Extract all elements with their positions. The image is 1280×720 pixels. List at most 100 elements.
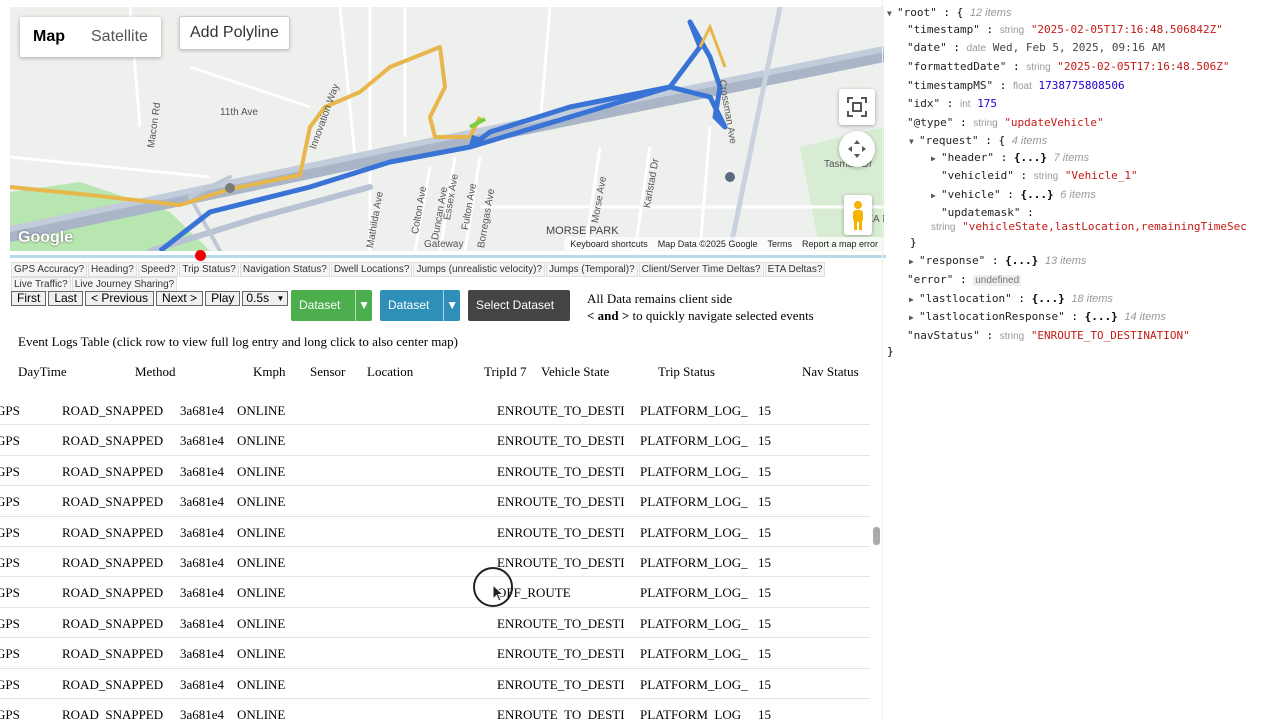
table-row[interactable]: GPS ROAD_SNAPPED 3a681e4 ONLINE ENROUTE_TO_D… — [0, 547, 870, 578]
terms-link[interactable]: Terms — [767, 237, 792, 251]
table-row[interactable]: GPS ROAD_SNAPPED 3a681e4 ONLINE ENROUTE_TO_D… — [0, 608, 870, 639]
add-polyline-button[interactable]: Add Polyline — [179, 16, 290, 50]
json-key[interactable]: "date" — [907, 41, 947, 54]
column-header-location[interactable]: Location — [367, 364, 413, 380]
expand-triangle-icon[interactable]: ▶ — [909, 313, 919, 322]
keyboard-shortcuts-link[interactable]: Keyboard shortcuts — [570, 237, 648, 251]
help-link-live-journey-sharing[interactable]: Live Journey Sharing? — [71, 277, 178, 292]
collapse-triangle-icon[interactable]: ▼ — [909, 137, 919, 146]
json-colon: : — [959, 116, 967, 129]
dataset-1-button[interactable]: Dataset 1 ▼ — [291, 290, 372, 343]
json-key[interactable]: "header" — [941, 151, 994, 164]
json-key[interactable]: "vehicleid" — [941, 169, 1014, 182]
help-link-time-deltas[interactable]: Client/Server Time Deltas? — [638, 262, 764, 277]
table-row[interactable]: GPS ROAD_SNAPPED 3a681e4 ONLINE ENROUTE_TO_D… — [0, 486, 870, 517]
column-header-nav-status[interactable]: Nav Status — [802, 364, 859, 380]
column-header-sensor[interactable]: Sensor — [310, 364, 345, 380]
json-key[interactable]: "vehicle" — [941, 188, 1001, 201]
cell-trip-status: PLATFORM_LOG_ — [640, 554, 748, 570]
json-item-count: 12 items — [969, 7, 1012, 19]
camera-control-icon — [848, 140, 866, 158]
help-link-jumps-temporal[interactable]: Jumps (Temporal)? — [546, 262, 638, 277]
json-collapsed[interactable]: {...} — [1085, 310, 1118, 323]
column-header-method[interactable]: Method — [135, 364, 175, 380]
cell-method: ROAD_SNAPPED — [62, 615, 164, 631]
pegman-icon — [853, 201, 863, 230]
cell-vehicle-state: ENROUTE_TO_DESTI — [497, 494, 625, 510]
table-row[interactable]: GPS ROAD_SNAPPED 3a681e4 ONLINE ENROUTE_TO_D… — [0, 699, 870, 720]
column-header-trip-status[interactable]: Trip Status — [658, 364, 715, 380]
help-link-gps-accuracy[interactable]: GPS Accuracy? — [11, 262, 88, 277]
json-key[interactable]: "updatemask" — [941, 206, 1020, 219]
help-link-dwell-locations[interactable]: Dwell Locations? — [330, 262, 413, 277]
cell-kmph: 3a681e4 — [180, 706, 225, 720]
table-row[interactable]: GPS ROAD_SNAPPED 3a681e4 ONLINE ENROUTE_TO_D… — [0, 638, 870, 669]
table-row[interactable]: GPS ROAD_SNAPPED 3a681e4 ONLINE ENROUTE_TO_D… — [0, 669, 870, 699]
table-row[interactable]: GPS ROAD_SNAPPED 3a681e4 ONLINE ENROUTE_TO_D… — [0, 456, 870, 487]
table-row[interactable]: GPS ROAD_SNAPPED 3a681e4 ONLINE ENROUTE_TO_D… — [0, 517, 870, 547]
column-header-kmph[interactable]: Kmph — [253, 364, 286, 380]
playback-speed-select[interactable]: 0.5s ▼ — [242, 291, 289, 306]
report-map-error-link[interactable]: Report a map error — [802, 237, 878, 251]
json-key[interactable]: "timestamp" — [907, 23, 980, 36]
cell-daytime: GPS — [0, 403, 20, 418]
column-header-daytime[interactable]: DayTime — [18, 364, 67, 380]
fullscreen-button[interactable] — [839, 89, 875, 125]
help-link-heading[interactable]: Heading? — [88, 262, 137, 277]
json-key[interactable]: "@type" — [907, 116, 953, 129]
play-button[interactable]: Play — [205, 291, 241, 306]
previous-button[interactable]: < Previous — [85, 291, 155, 306]
last-button[interactable]: Last — [48, 291, 84, 306]
json-collapsed[interactable]: {...} — [1032, 292, 1065, 305]
timeline-handle[interactable] — [195, 250, 206, 261]
help-link-trip-status[interactable]: Trip Status? — [179, 262, 239, 277]
json-key[interactable]: "idx" — [907, 97, 940, 110]
expand-triangle-icon[interactable]: ▶ — [909, 257, 919, 266]
expand-triangle-icon[interactable]: ▶ — [909, 295, 919, 304]
help-link-navigation-status[interactable]: Navigation Status? — [239, 262, 330, 277]
first-button[interactable]: First — [11, 291, 47, 306]
json-key[interactable]: "timestampMS" — [907, 79, 993, 92]
json-key[interactable]: "error" — [907, 273, 953, 286]
json-key[interactable]: "lastlocationResponse" — [919, 310, 1065, 323]
map-type-map-button[interactable]: Map — [20, 17, 78, 57]
json-key[interactable]: "formattedDate" — [907, 60, 1006, 73]
expand-triangle-icon[interactable]: ▶ — [931, 191, 941, 200]
cell-vehicle-state: ENROUTE_TO_DESTI — [497, 706, 625, 720]
table-scrollbar[interactable] — [872, 390, 882, 720]
json-collapsed[interactable]: {...} — [1020, 188, 1053, 201]
map-view[interactable]: Macon Rd 11th Ave Innovation Way Mathild… — [10, 7, 884, 251]
help-link-eta-deltas[interactable]: ETA Deltas? — [764, 262, 826, 277]
table-row[interactable]: GPS ROAD_SNAPPED 3a681e4 ONLINE ENROUTE_TO_D… — [0, 425, 870, 456]
json-collapsed[interactable]: {...} — [1005, 254, 1038, 267]
help-link-speed[interactable]: Speed? — [137, 262, 179, 277]
cell-vehicle-state: ENROUTE_TO_DESTI — [497, 646, 625, 662]
caret-down-icon[interactable]: ▼ — [443, 290, 460, 321]
table-row[interactable]: GPS ROAD_SNAPPED 3a681e4 ONLINE ENROUTE_TO_D… — [0, 395, 870, 426]
street-view-pegman[interactable] — [844, 195, 872, 235]
google-logo: Google — [18, 229, 74, 246]
json-key[interactable]: "root" — [897, 6, 937, 19]
help-link-live-traffic[interactable]: Live Traffic? — [11, 277, 71, 292]
caret-down-icon[interactable]: ▼ — [355, 290, 372, 321]
table-row[interactable]: GPS ROAD_SNAPPED 3a681e4 ONLINE OFF_ROUTE PLA… — [0, 577, 870, 608]
column-header-tripid[interactable]: TripId 7 — [484, 364, 527, 380]
cell-method: ROAD_SNAPPED — [62, 554, 164, 570]
json-key[interactable]: "response" — [919, 254, 985, 267]
dataset-2-button[interactable]: Dataset 2 ▼ — [380, 290, 460, 343]
expand-triangle-icon[interactable]: ▶ — [931, 154, 941, 163]
column-header-vehicle-state[interactable]: Vehicle State — [541, 364, 609, 380]
scrollbar-thumb[interactable] — [873, 527, 880, 545]
json-key[interactable]: "lastlocation" — [919, 292, 1012, 305]
help-link-jumps-velocity[interactable]: Jumps (unrealistic velocity)? — [413, 262, 546, 277]
info-line-2-text: to quickly navigate selected events — [629, 308, 814, 323]
json-collapsed[interactable]: {...} — [1014, 151, 1047, 164]
next-button[interactable]: Next > — [156, 291, 204, 306]
camera-control-button[interactable] — [839, 131, 875, 167]
json-key[interactable]: "navStatus" — [907, 329, 980, 342]
json-key[interactable]: "request" — [919, 134, 979, 147]
dataset-3-button[interactable]: Select Dataset 3 — [468, 290, 570, 343]
map-type-satellite-button[interactable]: Satellite — [78, 17, 161, 57]
timeline-slider[interactable] — [10, 250, 886, 261]
collapse-triangle-icon[interactable]: ▼ — [887, 9, 897, 18]
